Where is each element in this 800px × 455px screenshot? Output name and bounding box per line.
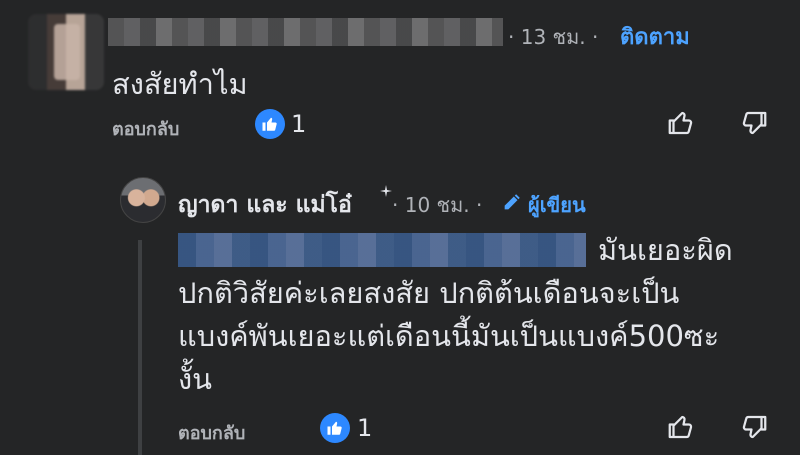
like-icon [320,413,350,443]
reply-text-line1: มันเยอะผิด [598,233,733,267]
reply-text-blurred [178,233,586,267]
like-icon [255,109,285,139]
reply-time: · 10 ชม. · [392,193,483,217]
reply-button[interactable]: ตอบกลับ [178,418,245,447]
reply-text-line2: ปกติวิสัยค่ะเลยสงสัย ปกติต้นเดือนจะเป็น [178,276,680,310]
like-count: 1 [357,414,373,442]
follow-link[interactable]: ติดตาม [620,19,690,54]
commenter-name-blurred[interactable] [108,18,503,46]
reply-author-name[interactable]: ญาดา และ แม่โอ๋ [178,187,352,223]
thumb-down-icon[interactable] [737,106,771,140]
comment-text: สงสัยทำไม [112,67,248,101]
reply-avatar[interactable] [120,177,166,223]
sparkle-icon [380,182,392,201]
commenter-avatar-blurred[interactable] [28,14,104,90]
reply-button[interactable]: ตอบกลับ [112,114,179,143]
like-count: 1 [291,110,307,138]
reply-text-line4: งั้น [178,362,212,396]
pencil-icon [501,191,523,217]
thumb-up-icon[interactable] [664,410,698,444]
author-badge: ผู้เขียน [528,193,586,217]
comment-time: · 13 ชม. · [508,25,599,49]
reply-text-line3: แบงค์พันเยอะแต่เดือนนี้มันเป็นแบงค์500ซะ [178,319,720,353]
thumb-down-icon[interactable] [737,410,771,444]
thread-line [138,240,142,455]
thumb-up-icon[interactable] [664,106,698,140]
